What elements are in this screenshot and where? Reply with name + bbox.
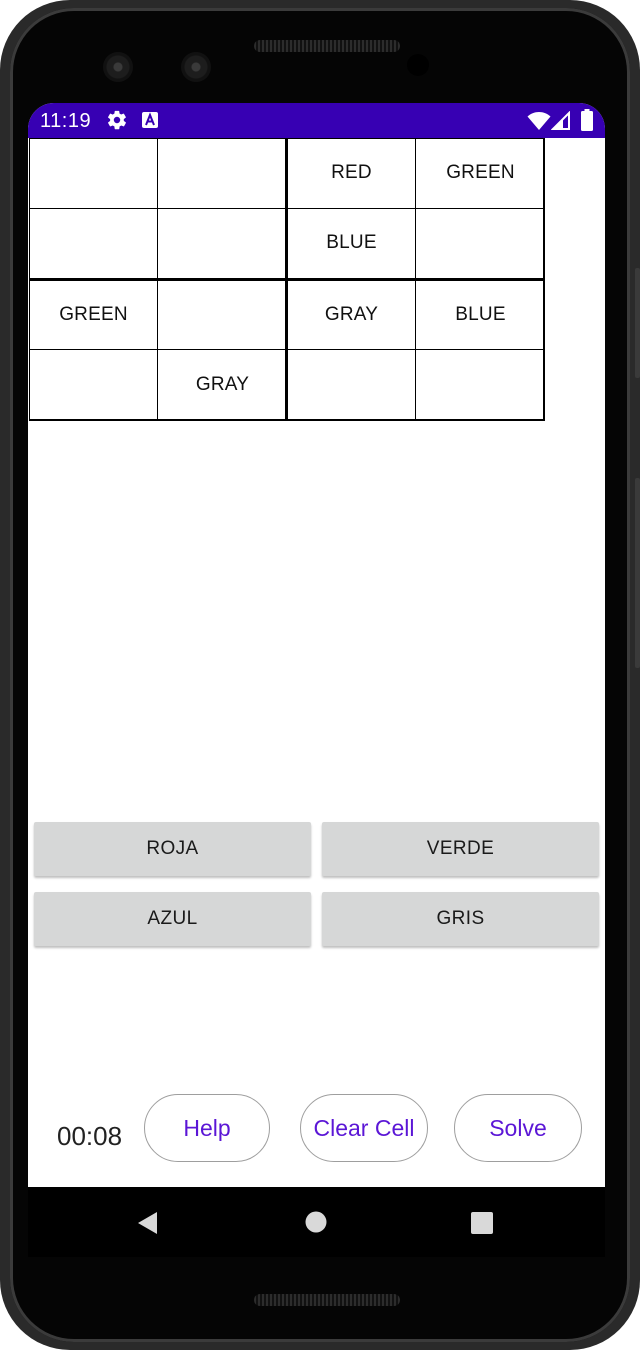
- clear-cell-button[interactable]: Clear Cell: [300, 1094, 428, 1162]
- grid-line: [29, 138, 30, 420]
- grid-cell-r4c4[interactable]: [416, 350, 545, 420]
- help-button[interactable]: Help: [144, 1094, 270, 1162]
- signal-icon: [551, 111, 570, 130]
- choice-button-roja[interactable]: ROJA: [34, 822, 311, 876]
- app-screen: 11:19 RED GREEN BLUE GREEN GRAY BLUE GRA…: [28, 103, 605, 1257]
- grid-cell-r2c3[interactable]: BLUE: [287, 208, 416, 278]
- grid-cell-r3c3[interactable]: GRAY: [287, 279, 416, 350]
- grid-cell-r2c1[interactable]: [29, 208, 158, 278]
- recents-icon[interactable]: [471, 1212, 493, 1234]
- wifi-icon: [527, 112, 551, 130]
- elapsed-timer: 00:08: [57, 1121, 123, 1151]
- grid-block-divider: [285, 138, 288, 420]
- grid-cell-r4c3[interactable]: [287, 350, 416, 420]
- choice-button-gris[interactable]: GRIS: [322, 892, 599, 946]
- grid-cell-r1c1[interactable]: [29, 138, 158, 208]
- bottom-speaker: [254, 1294, 400, 1306]
- a-icon: [142, 112, 158, 128]
- front-camera-1: [103, 52, 133, 82]
- back-icon[interactable]: [136, 1211, 160, 1235]
- grid-cell-r3c1[interactable]: GREEN: [29, 279, 158, 350]
- grid-line: [415, 138, 416, 420]
- volume-button: [635, 268, 640, 378]
- status-bar: 11:19: [28, 103, 605, 138]
- status-clock: 11:19: [40, 110, 92, 132]
- grid-cell-r2c2[interactable]: [158, 208, 287, 278]
- battery-icon: [581, 109, 593, 131]
- solve-button[interactable]: Solve: [454, 1094, 582, 1162]
- home-icon[interactable]: [305, 1211, 327, 1233]
- grid-cell-r1c3[interactable]: RED: [287, 138, 416, 208]
- grid-cell-r3c4[interactable]: BLUE: [416, 279, 545, 350]
- grid-cell-r1c2[interactable]: [158, 138, 287, 208]
- system-nav-bar: [28, 1187, 605, 1257]
- proximity-sensor: [407, 54, 429, 76]
- grid-line: [543, 138, 545, 420]
- choice-button-verde[interactable]: VERDE: [322, 822, 599, 876]
- grid-cell-r4c2[interactable]: GRAY: [158, 350, 287, 420]
- grid-cell-r1c4[interactable]: GREEN: [416, 138, 545, 208]
- grid-cell-r2c4[interactable]: [416, 208, 545, 278]
- front-camera-2: [181, 52, 211, 82]
- sudoku-grid: RED GREEN BLUE GREEN GRAY BLUE GRAY: [29, 138, 545, 421]
- top-speaker: [254, 40, 400, 52]
- grid-cell-r4c1[interactable]: [29, 350, 158, 420]
- grid-cell-r3c2[interactable]: [158, 279, 287, 350]
- choice-button-azul[interactable]: AZUL: [34, 892, 311, 946]
- power-button: [635, 478, 640, 668]
- gear-icon: [108, 110, 126, 130]
- grid-line: [157, 138, 158, 420]
